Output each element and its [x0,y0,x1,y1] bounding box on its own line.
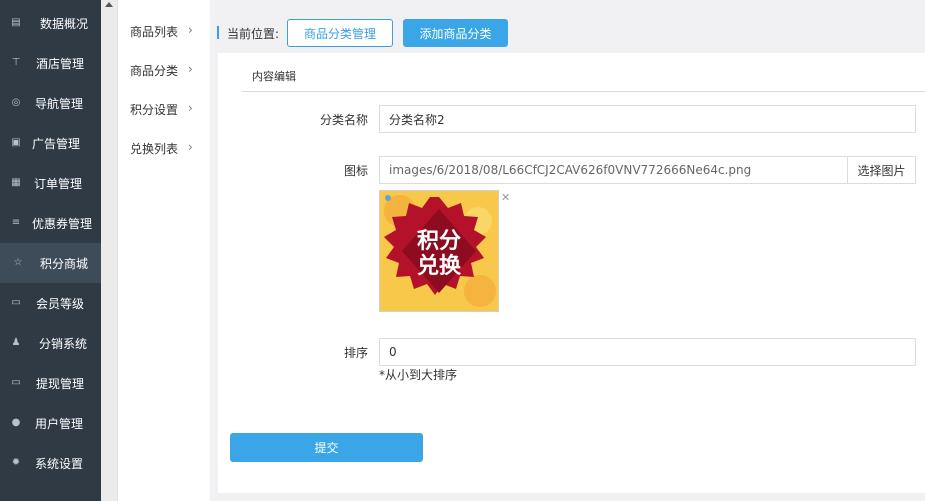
main-sidebar: ▤ 数据概况 ⊤ 酒店管理 ◎ 导航管理 ▣ 广告管理 ▦ 订单管理 ≡ 优惠券… [0,0,101,501]
sidebar-item-label: 系统设置 [35,456,84,471]
badge-text-bottom: 兑换 [417,253,462,279]
scroll-up-arrow-icon[interactable] [105,2,113,7]
sidebar-item-ads[interactable]: ▣ 广告管理 [0,123,101,163]
close-icon[interactable]: ✕ [501,191,510,204]
submit-button[interactable]: 提交 [230,433,423,462]
sidebar-item-settings[interactable]: ✹ 系统设置 [0,443,101,483]
chevron-right-icon: › [188,62,193,76]
section-title: 内容编辑 [252,70,296,83]
sort-label: 排序 [343,346,368,360]
star-icon: ☆ [13,257,23,268]
sidebar-item-coupons[interactable]: ≡ 优惠券管理 [0,203,101,243]
newspaper-icon: ▤ [11,17,21,28]
name-label: 分类名称 [319,113,368,127]
sidebar-item-label: 提现管理 [36,376,85,391]
breadcrumb: 当前位置: 商品分类管理 添加商品分类 [217,17,917,48]
sidebar-item-label: 数据概况 [40,16,89,31]
sidebar-item-withdraw[interactable]: ▭ 提现管理 [0,363,101,403]
list-box-icon: ▦ [11,177,21,188]
chevron-right-icon: › [188,101,193,115]
icon-path-input[interactable]: images/6/2018/08/L66CfCJ2CAV626f0VNV7726… [379,156,848,184]
sidebar-scrollbar[interactable] [101,0,118,501]
submenu-item-label: 商品分类 [130,63,179,78]
sidebar-item-distribution[interactable]: ♟ 分销系统 [0,323,101,363]
app-root: ▤ 数据概况 ⊤ 酒店管理 ◎ 导航管理 ▣ 广告管理 ▦ 订单管理 ≡ 优惠券… [0,0,925,501]
money-icon: ▭ [11,377,21,388]
category-name-input[interactable]: 分类名称2 [379,105,916,133]
icon-preview-image: 积分 兑换 [379,190,499,312]
sidebar-item-label: 优惠券管理 [32,216,93,231]
sidebar-item-label: 分销系统 [39,336,88,351]
submenu-item-exchange-list[interactable]: 兑换列表 › [130,138,210,158]
sidebar-item-label: 广告管理 [32,136,81,151]
submenu-item-label: 积分设置 [130,102,179,117]
sidebar-item-label: 用户管理 [35,416,84,431]
secondary-menu: 商品列表 › 商品分类 › 积分设置 › 兑换列表 › [118,0,210,501]
chevron-right-icon: › [188,140,193,154]
sidebar-item-label: 订单管理 [34,176,83,191]
edit-panel: 内容编辑 分类名称 分类名称2 图标 images/6/2018/08/L66C… [218,53,925,493]
menu-lines-icon: ≡ [11,217,21,228]
sidebar-item-orders[interactable]: ▦ 订单管理 [0,163,101,203]
gear-icon: ✹ [11,457,21,468]
submenu-item-product-category[interactable]: 商品分类 › [130,60,210,80]
chevron-right-icon: › [188,23,193,37]
submenu-item-label: 商品列表 [130,24,179,39]
breadcrumb-label: 当前位置: [227,27,280,41]
cart-icon: ⊤ [11,57,21,68]
sidebar-item-label: 会员等级 [36,296,85,311]
choose-image-button[interactable]: 选择图片 [847,156,916,184]
badge-text-top: 积分 [417,229,461,254]
sidebar-item-users[interactable]: ● 用户管理 [0,403,101,443]
add-category-button[interactable]: 添加商品分类 [403,19,508,47]
submenu-item-points-settings[interactable]: 积分设置 › [130,99,210,119]
users-icon: ♟ [11,337,21,348]
breadcrumb-marker [217,26,219,39]
sort-input[interactable]: 0 [379,338,916,366]
sort-hint: *从小到大排序 [379,368,458,382]
sidebar-item-data-overview[interactable]: ▤ 数据概况 [0,3,101,43]
icon-label: 图标 [343,164,368,178]
gift-icon: ▣ [11,137,21,148]
sidebar-item-label: 酒店管理 [36,56,85,71]
submenu-item-product-list[interactable]: 商品列表 › [130,21,210,41]
submenu-item-label: 兑换列表 [130,141,179,156]
sidebar-item-points-mall[interactable]: ☆ 积分商城 [0,243,101,283]
sidebar-item-hotel[interactable]: ⊤ 酒店管理 [0,43,101,83]
compass-icon: ◎ [11,97,21,108]
money-icon: ▭ [11,297,21,308]
divider [242,91,925,92]
points-exchange-badge-image: 积分 兑换 [380,191,498,311]
main-content: 当前位置: 商品分类管理 添加商品分类 内容编辑 分类名称 分类名称2 图标 i… [210,0,925,501]
sidebar-item-label: 积分商城 [40,256,89,271]
sidebar-item-member-level[interactable]: ▭ 会员等级 [0,283,101,323]
sidebar-item-navigation[interactable]: ◎ 导航管理 [0,83,101,123]
sidebar-item-label: 导航管理 [35,96,84,111]
category-manage-button[interactable]: 商品分类管理 [287,19,393,47]
user-icon: ● [11,417,21,428]
